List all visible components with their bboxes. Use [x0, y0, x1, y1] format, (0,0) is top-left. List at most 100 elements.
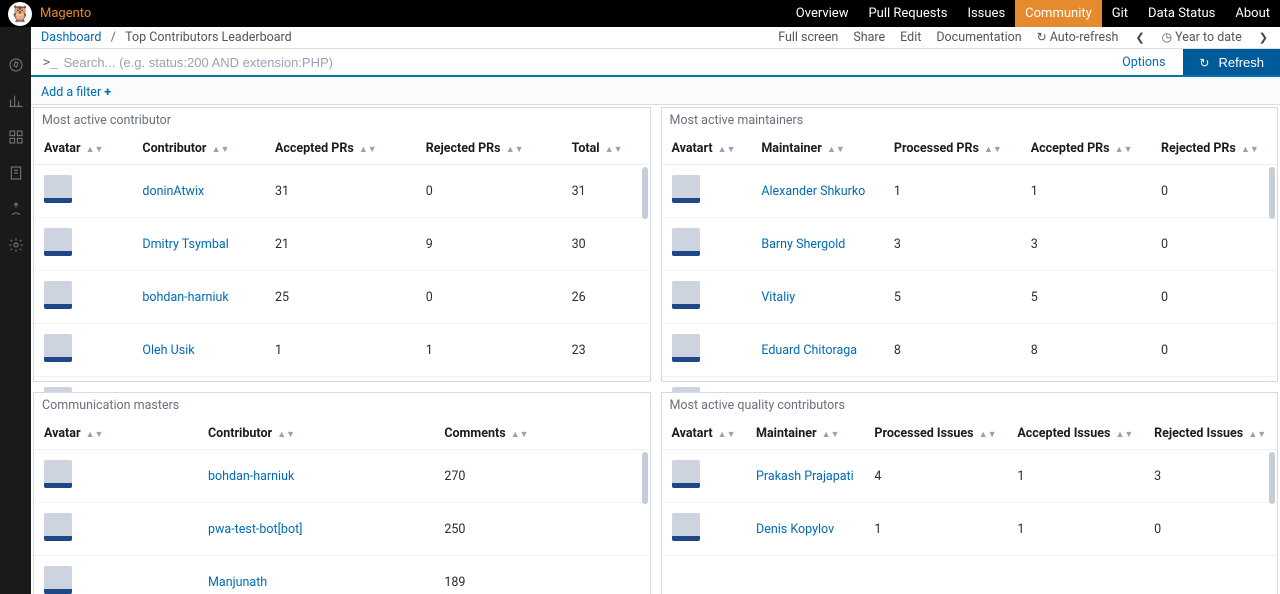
time-prev-button[interactable]: ❮ [1133, 31, 1146, 44]
column-header[interactable]: Avatar ▲▼ [34, 418, 198, 450]
column-header[interactable]: Avatart ▲▼ [662, 418, 747, 450]
topnav-about[interactable]: About [1225, 0, 1280, 27]
column-header[interactable]: Contributor ▲▼ [132, 133, 265, 165]
column-header[interactable]: Comments ▲▼ [434, 418, 649, 450]
value-cell: 8 [884, 324, 1021, 377]
user-link[interactable]: bohdan-harniuk [142, 290, 228, 305]
column-header[interactable]: Accepted Issues ▲▼ [1007, 418, 1144, 450]
scrollbar[interactable] [642, 452, 648, 594]
avatar-cell [34, 450, 198, 503]
avatar-cell [34, 503, 198, 556]
link-cell: Eduard Chitoraga [751, 324, 884, 377]
user-link[interactable]: Denis Kopylov [756, 522, 834, 537]
value-cell: 1 [265, 324, 416, 377]
column-header[interactable]: Rejected PRs ▲▼ [1151, 133, 1277, 165]
avatar [672, 175, 700, 203]
value-cell: 25 [265, 271, 416, 324]
table-row: Eduard Chitoraga880 [662, 324, 1278, 377]
user-link[interactable]: Oleh Usik [142, 343, 194, 358]
avatar [44, 281, 72, 309]
user-link[interactable]: pwa-test-bot[bot] [208, 522, 302, 537]
value-cell: 0 [1151, 271, 1277, 324]
column-header[interactable]: Accepted PRs ▲▼ [265, 133, 416, 165]
app-logo[interactable]: 🦉 [8, 2, 32, 26]
share-button[interactable]: Share [853, 30, 885, 45]
table-row: Alexander Shkurko110 [662, 165, 1278, 218]
user-link[interactable]: Prakash Prajapati [756, 469, 854, 484]
visualize-icon[interactable] [8, 93, 24, 109]
topnav-community[interactable]: Community [1015, 0, 1102, 27]
value-cell: 31 [265, 165, 416, 218]
user-link[interactable]: Eduard Chitoraga [761, 343, 857, 358]
table-row: bohdan-harniuk25026 [34, 271, 650, 324]
breadcrumb-sep: / [111, 30, 116, 45]
topnav-git[interactable]: Git [1102, 0, 1138, 27]
column-header[interactable]: Maintainer ▲▼ [751, 133, 884, 165]
dashboard-icon[interactable] [8, 129, 24, 145]
column-header[interactable]: Total ▲▼ [562, 133, 650, 165]
user-link[interactable]: bohdan-harniuk [208, 469, 294, 484]
column-header[interactable]: Avatar ▲▼ [34, 133, 132, 165]
avatar [672, 334, 700, 362]
link-cell: bohdan-harniuk [198, 450, 434, 503]
column-header[interactable]: Maintainer ▲▼ [746, 418, 864, 450]
fullscreen-button[interactable]: Full screen [778, 30, 838, 45]
avatar [44, 228, 72, 256]
column-header[interactable]: Processed Issues ▲▼ [864, 418, 1007, 450]
discover-icon[interactable] [8, 57, 24, 73]
refresh-button[interactable]: Refresh [1183, 49, 1280, 75]
column-header[interactable]: Rejected PRs ▲▼ [416, 133, 562, 165]
column-header[interactable]: Avatart ▲▼ [662, 133, 752, 165]
link-cell: Manjunath [198, 556, 434, 594]
user-link[interactable]: Alexander Shkurko [761, 184, 865, 199]
plus-icon: + [104, 85, 111, 100]
value-cell: 1 [1007, 503, 1144, 556]
user-link[interactable]: Dmitry Tsymbal [142, 237, 228, 252]
topnav-data-status[interactable]: Data Status [1138, 0, 1225, 27]
column-header[interactable]: Processed PRs ▲▼ [884, 133, 1021, 165]
avatar-cell [34, 165, 132, 218]
documentation-button[interactable]: Documentation [936, 30, 1021, 45]
devtools-icon[interactable] [8, 201, 24, 217]
avatar [44, 334, 72, 362]
link-cell: pwa-test-bot[bot] [198, 503, 434, 556]
edit-button[interactable]: Edit [900, 30, 921, 45]
user-link[interactable]: doninAtwix [142, 184, 204, 199]
scrollbar[interactable] [1269, 167, 1275, 426]
user-link[interactable]: Vitaliy [761, 290, 795, 305]
topnav-issues[interactable]: Issues [957, 0, 1015, 27]
time-range-button[interactable]: Year to date [1162, 30, 1242, 45]
link-cell: Prakash Prajapati [746, 450, 864, 503]
search-input[interactable] [63, 55, 1108, 70]
column-header[interactable]: Rejected Issues ▲▼ [1144, 418, 1277, 450]
avatar [44, 513, 72, 541]
table-row: bohdan-harniuk 270 [34, 450, 650, 503]
options-link[interactable]: Options [1108, 55, 1179, 70]
avatar-cell [662, 165, 752, 218]
value-cell: 1 [864, 503, 1007, 556]
link-cell: Barny Shergold [751, 218, 884, 271]
table-row: Barny Shergold330 [662, 218, 1278, 271]
scrollbar[interactable] [1269, 452, 1275, 552]
user-link[interactable]: Barny Shergold [761, 237, 845, 252]
add-filter-button[interactable]: Add a filter + [41, 85, 111, 100]
value-cell: 5 [884, 271, 1021, 324]
topnav-overview[interactable]: Overview [786, 0, 859, 27]
value-cell: 270 [434, 450, 649, 503]
table-row: doninAtwix31031 [34, 165, 650, 218]
topnav-pull-requests[interactable]: Pull Requests [858, 0, 957, 27]
value-cell: 0 [1151, 324, 1277, 377]
top-nav: OverviewPull RequestsIssuesCommunityGitD… [786, 0, 1280, 27]
clock-icon [1162, 30, 1175, 45]
left-sidebar [0, 27, 31, 594]
autorefresh-button[interactable]: Auto-refresh [1037, 30, 1119, 45]
link-cell: Oleh Usik [132, 324, 265, 377]
column-header[interactable]: Contributor ▲▼ [198, 418, 434, 450]
value-cell: 0 [1151, 218, 1277, 271]
column-header[interactable]: Accepted PRs ▲▼ [1021, 133, 1151, 165]
breadcrumb-root[interactable]: Dashboard [41, 30, 101, 45]
timelion-icon[interactable] [8, 165, 24, 181]
time-next-button[interactable]: ❯ [1257, 31, 1270, 44]
user-link[interactable]: Manjunath [208, 575, 267, 590]
management-icon[interactable] [8, 237, 24, 253]
